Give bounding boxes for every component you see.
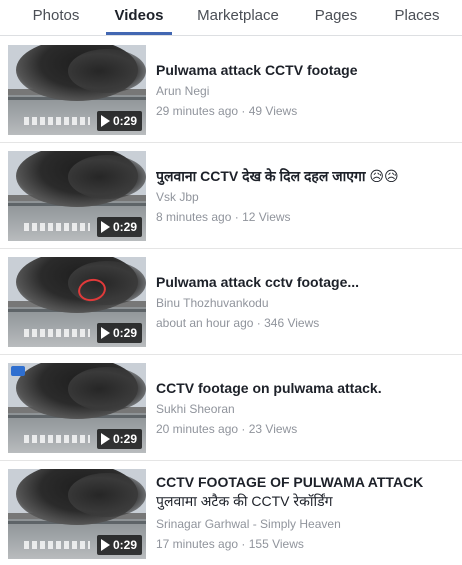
thumbnail-smoke — [68, 261, 146, 305]
video-time: about an hour ago — [156, 316, 254, 330]
play-icon — [100, 327, 110, 339]
video-meta: 17 minutes ago · 155 Views — [156, 536, 304, 552]
video-time: 20 minutes ago — [156, 422, 239, 436]
video-thumbnail[interactable]: 0:29 — [8, 45, 146, 135]
play-icon — [100, 221, 110, 233]
play-icon — [100, 539, 110, 551]
meta-separator: · — [238, 537, 249, 551]
duration-text: 0:29 — [112, 220, 137, 234]
tab-pages[interactable]: Pages — [304, 0, 368, 36]
thumbnail-timestamp-overlay — [24, 117, 90, 125]
video-title-line2[interactable]: पुलवामा अटैक की CCTV रेकॉर्डिंग — [156, 492, 456, 510]
video-title[interactable]: Pulwama attack CCTV footage — [156, 61, 456, 79]
duration-text: 0:29 — [112, 114, 137, 128]
video-thumbnail[interactable]: 0:29 — [8, 469, 146, 559]
video-views: 346 Views — [264, 316, 320, 330]
thumbnail-smoke — [68, 49, 146, 93]
thumbnail-timestamp-overlay — [24, 329, 90, 337]
thumbnail-timestamp-overlay — [24, 223, 90, 231]
play-icon — [100, 115, 110, 127]
search-filter-tabs: Photos Videos Marketplace Pages Places — [0, 0, 462, 36]
active-tab-indicator — [106, 32, 172, 35]
thumbnail-smoke — [68, 473, 146, 517]
video-result-item[interactable]: 0:29 Pulwama attack CCTV footage Arun Ne… — [0, 37, 462, 143]
video-thumbnail[interactable]: 0:29 — [8, 151, 146, 241]
duration-text: 0:29 — [112, 326, 137, 340]
duration-badge: 0:29 — [96, 429, 142, 449]
thumbnail-smoke — [68, 155, 146, 199]
video-title[interactable]: Pulwama attack cctv footage... — [156, 273, 456, 291]
tab-photos[interactable]: Photos — [18, 0, 94, 36]
video-title[interactable]: CCTV footage on pulwama attack. — [156, 379, 456, 397]
video-author[interactable]: Arun Negi — [156, 83, 209, 99]
meta-separator: · — [238, 422, 249, 436]
duration-text: 0:29 — [112, 432, 137, 446]
video-author[interactable]: Vsk Jbp — [156, 189, 199, 205]
video-result-item[interactable]: 0:29 CCTV FOOTAGE OF PULWAMA ATTACK पुलव… — [0, 461, 462, 565]
thumbnail-timestamp-overlay — [24, 435, 90, 443]
video-meta: 20 minutes ago · 23 Views — [156, 421, 297, 437]
duration-text: 0:29 — [112, 538, 137, 552]
video-meta: about an hour ago · 346 Views — [156, 315, 319, 331]
play-icon — [100, 433, 110, 445]
video-author[interactable]: Srinagar Garhwal - Simply Heaven — [156, 516, 341, 532]
tab-places[interactable]: Places — [384, 0, 450, 36]
video-views: 155 Views — [248, 537, 304, 551]
video-author[interactable]: Sukhi Sheoran — [156, 401, 235, 417]
meta-separator: · — [238, 104, 249, 118]
video-time: 8 minutes ago — [156, 210, 232, 224]
video-time: 17 minutes ago — [156, 537, 239, 551]
video-thumbnail[interactable]: 0:29 — [8, 257, 146, 347]
channel-logo-icon — [11, 366, 25, 376]
duration-badge: 0:29 — [96, 111, 142, 131]
video-time: 29 minutes ago — [156, 104, 239, 118]
tab-videos[interactable]: Videos — [106, 0, 172, 36]
video-result-item[interactable]: 0:29 Pulwama attack cctv footage... Binu… — [0, 249, 462, 355]
video-result-item[interactable]: 0:29 CCTV footage on pulwama attack. Suk… — [0, 355, 462, 461]
video-author[interactable]: Binu Thozhuvankodu — [156, 295, 269, 311]
video-views: 12 Views — [242, 210, 291, 224]
video-title[interactable]: CCTV FOOTAGE OF PULWAMA ATTACK — [156, 473, 456, 491]
duration-badge: 0:29 — [96, 323, 142, 343]
meta-separator: · — [231, 210, 243, 224]
video-views: 49 Views — [248, 104, 298, 118]
video-result-item[interactable]: 0:29 पुलवाना CCTV देख के दिल दहल जाएगा 😥… — [0, 143, 462, 249]
video-title[interactable]: पुलवाना CCTV देख के दिल दहल जाएगा 😥😥 — [156, 167, 456, 185]
thumbnail-smoke — [68, 367, 146, 411]
duration-badge: 0:29 — [96, 217, 142, 237]
meta-separator: · — [253, 316, 265, 330]
duration-badge: 0:29 — [96, 535, 142, 555]
video-thumbnail[interactable]: 0:29 — [8, 363, 146, 453]
thumbnail-timestamp-overlay — [24, 541, 90, 549]
video-views: 23 Views — [248, 422, 298, 436]
video-meta: 29 minutes ago · 49 Views — [156, 103, 297, 119]
video-meta: 8 minutes ago · 12 Views — [156, 209, 291, 225]
tab-marketplace[interactable]: Marketplace — [188, 0, 288, 36]
